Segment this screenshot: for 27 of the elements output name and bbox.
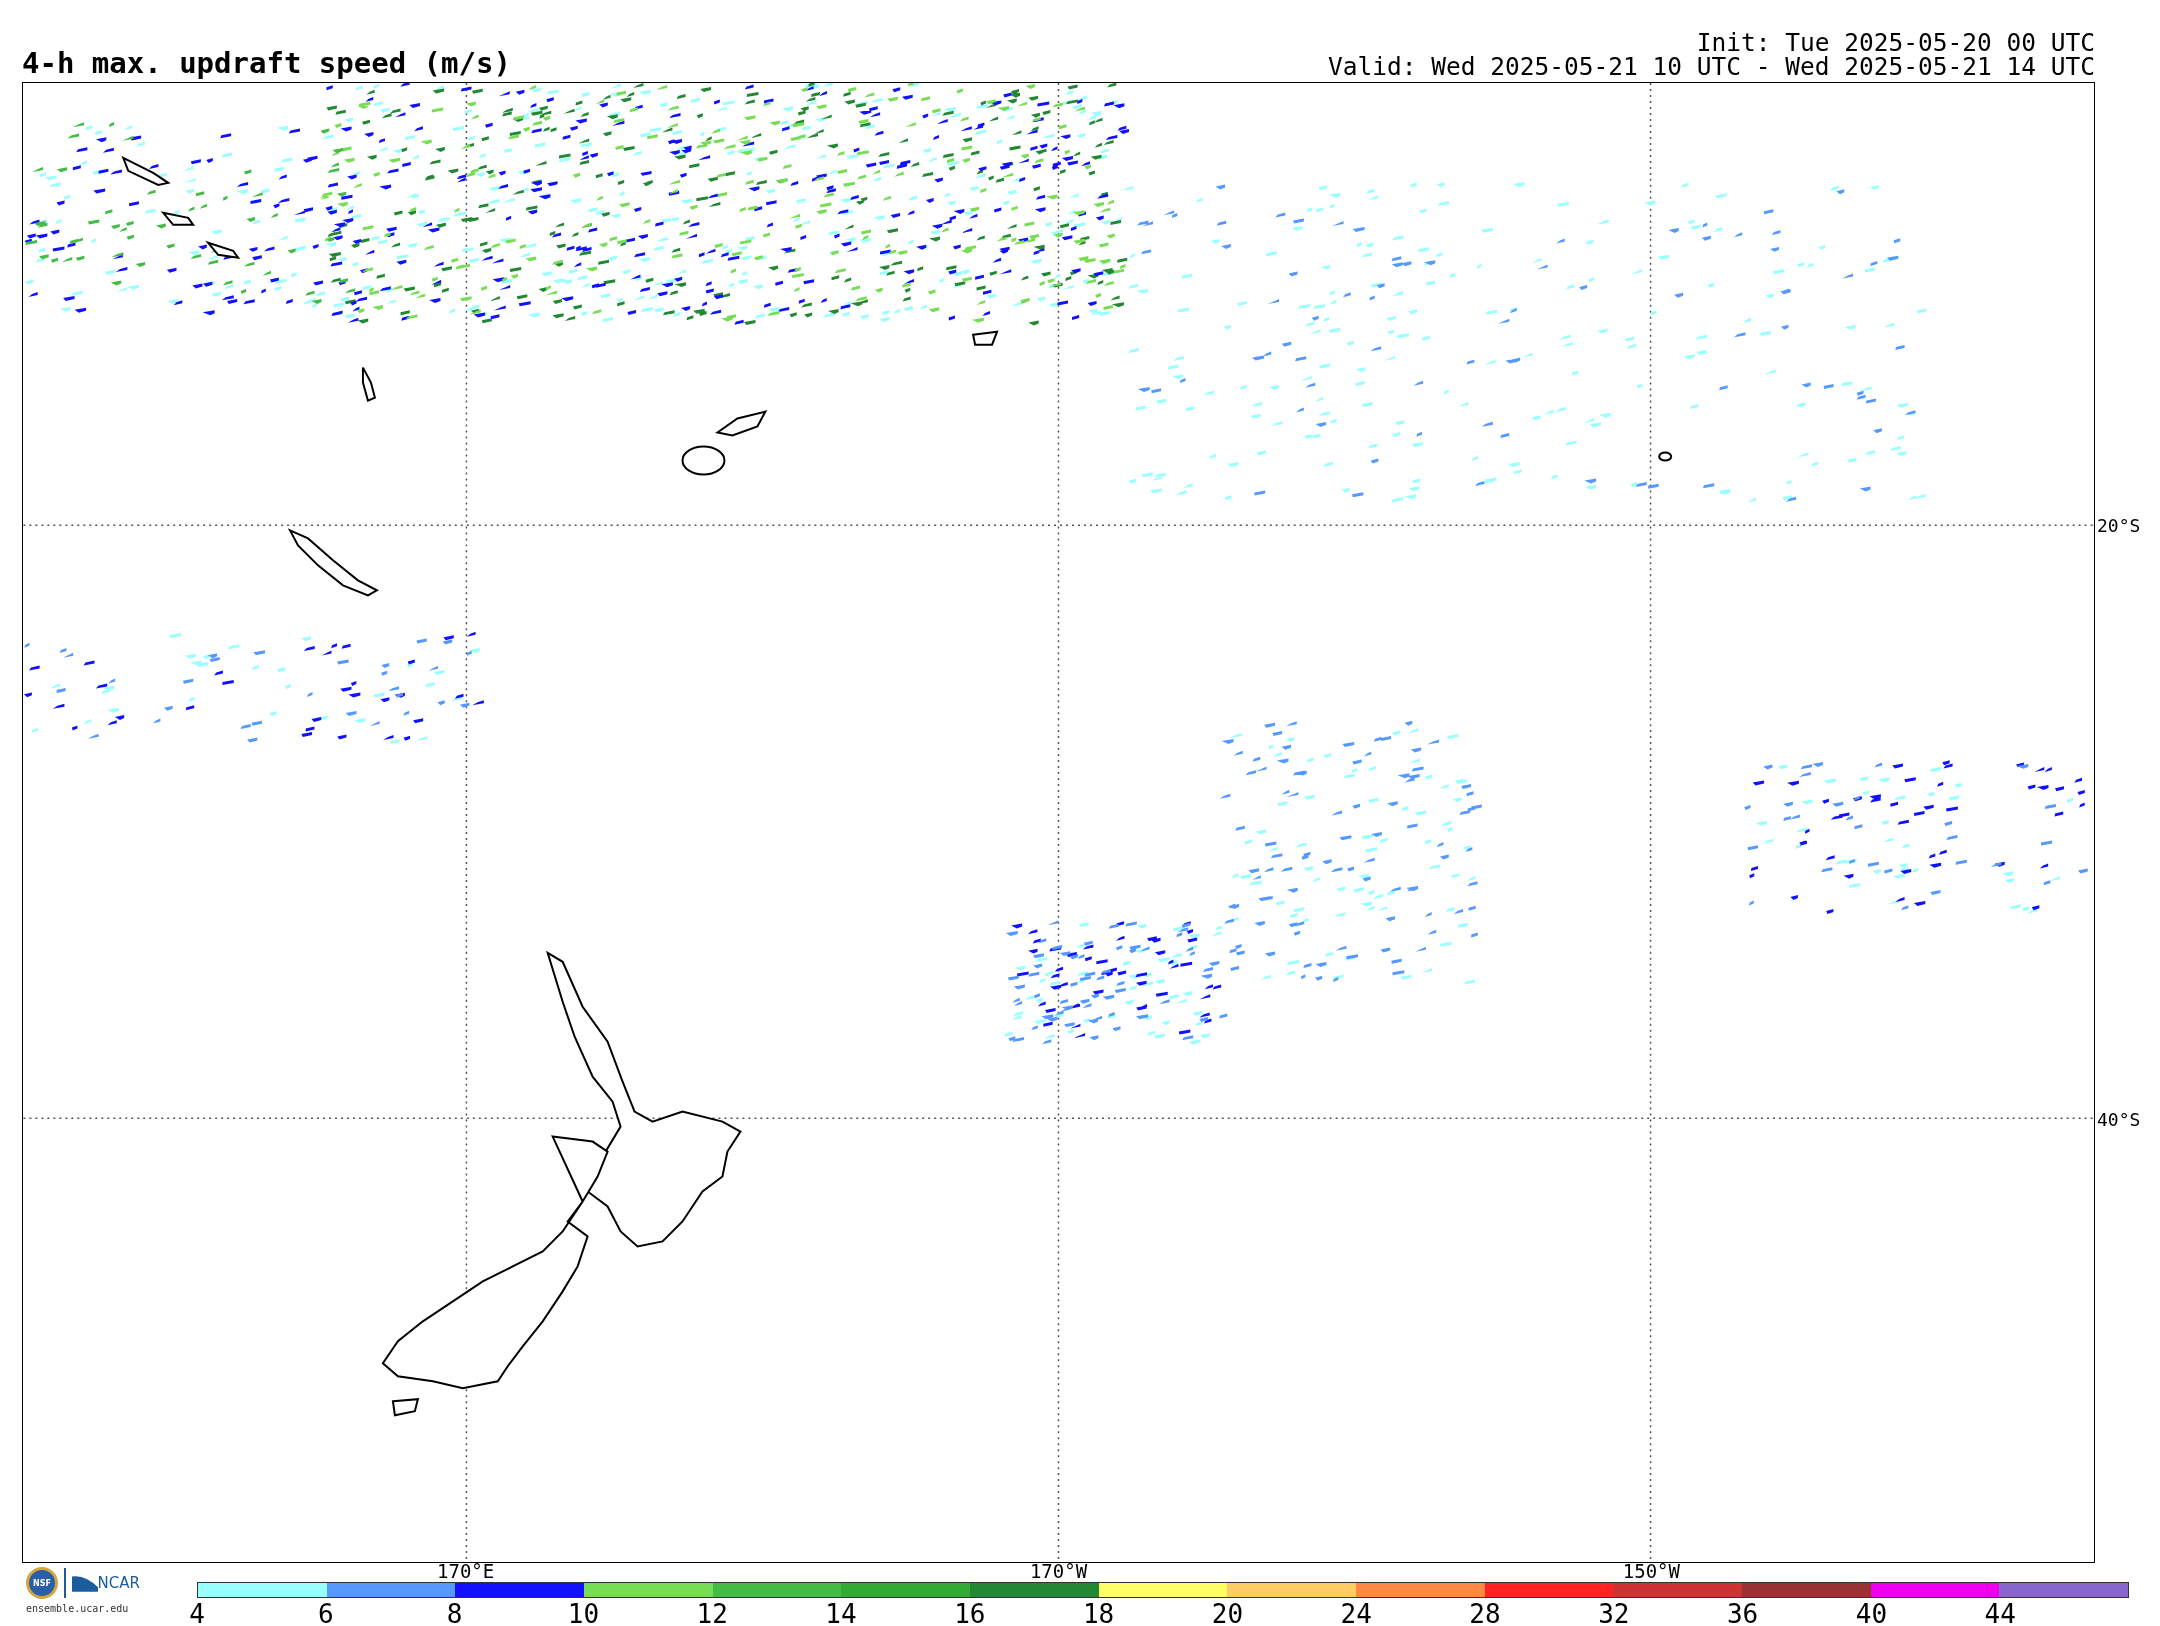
longitude-label: 170°W bbox=[1029, 1561, 1088, 1581]
colorbar-tick-label: 12 bbox=[696, 1600, 728, 1626]
colorbar-tick-label: 8 bbox=[446, 1600, 463, 1626]
chart-title: 4-h max. updraft speed (m/s) bbox=[22, 47, 511, 79]
longitude-label: 170°E bbox=[437, 1561, 495, 1581]
colorbar-tick-label: 40 bbox=[1855, 1600, 1888, 1626]
colorbar-tick-label: 14 bbox=[825, 1600, 857, 1626]
nsf-logo: NSF bbox=[26, 1567, 58, 1599]
longitude-label: 150°W bbox=[1622, 1561, 1680, 1581]
valid-time-text: Valid: Wed 2025-05-21 10 UTC - Wed 2025-05-21 14 UTC bbox=[1328, 55, 2095, 79]
colorbar-tick-label: 20 bbox=[1211, 1600, 1244, 1626]
colorbar-tick-label: 24 bbox=[1340, 1600, 1372, 1626]
colorbar-tick-label: 36 bbox=[1726, 1600, 1759, 1626]
website-text: ensemble.ucar.edu bbox=[26, 1603, 130, 1614]
colorbar-tick-label: 28 bbox=[1469, 1600, 1501, 1626]
ncar-logo-text: NCAR bbox=[97, 1574, 140, 1592]
colorbar-tick-label: 10 bbox=[567, 1600, 600, 1626]
init-time-text: Init: Tue 2025-05-20 00 UTC bbox=[1695, 31, 2095, 55]
latitude-label: 20°S bbox=[2097, 514, 2141, 536]
colorbar-tick-label: 32 bbox=[1598, 1600, 1630, 1626]
colorbar-tick-label: 44 bbox=[1984, 1600, 2016, 1626]
ncar-logo-icon bbox=[71, 1574, 98, 1592]
colorbar-tick-label: 16 bbox=[954, 1600, 986, 1626]
latitude-label: 40°S bbox=[2097, 1108, 2141, 1130]
colorbar-tick-label: 6 bbox=[317, 1600, 334, 1626]
colorbar-tick-label: 4 bbox=[189, 1600, 205, 1626]
colorbar-tick-label: 18 bbox=[1082, 1600, 1115, 1626]
